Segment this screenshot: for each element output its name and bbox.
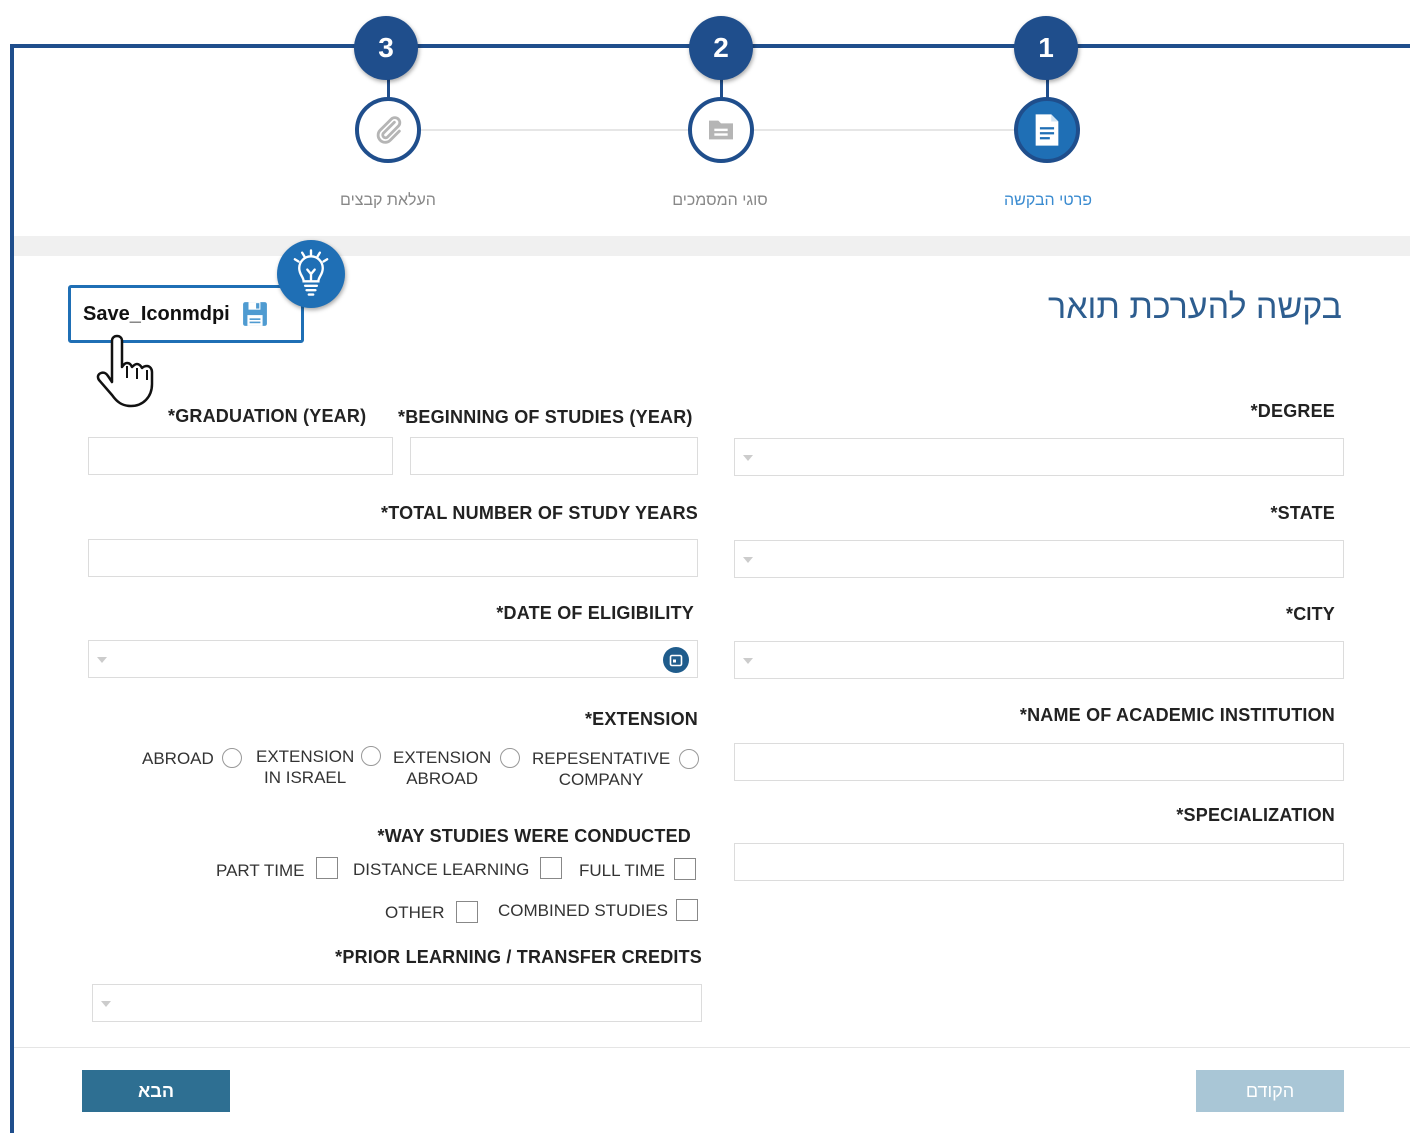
page-title: בקשה להערכת תואר — [1048, 288, 1342, 326]
study-mode-part-time-checkbox[interactable] — [316, 857, 338, 879]
specialization-label: *SPECIALIZATION — [1176, 805, 1335, 825]
study-mode-distance-label: DISTANCE LEARNING — [353, 860, 530, 879]
save-label: Save_Iconmdpi — [83, 302, 230, 325]
hand-pointer-icon — [96, 334, 154, 408]
extension-option-israel-label: EXTENSION IN ISRAEL — [256, 747, 355, 787]
wizard-step-2[interactable] — [688, 97, 754, 163]
wizard-connector-3-2 — [420, 129, 688, 131]
step-badge-1: 1 — [1014, 16, 1078, 80]
extension-option-ext-abroad-label: EXTENSION ABROAD — [393, 748, 492, 788]
prior-learning-label: *PRIOR LEARNING / TRANSFER CREDITS — [335, 947, 702, 967]
state-label: *STATE — [1270, 503, 1335, 523]
wizard-step-2-label[interactable]: סוגי המסמכים — [620, 192, 820, 210]
extension-radio-company[interactable] — [679, 749, 699, 769]
extension-radio-abroad[interactable] — [222, 748, 242, 768]
chevron-down-icon — [743, 455, 753, 461]
chevron-down-icon — [743, 658, 753, 664]
wizard-connector-2-1 — [754, 129, 1014, 131]
study-mode-other-label: OTHER — [385, 903, 445, 922]
document-icon — [1035, 114, 1059, 146]
extension-option-abroad-label: ABROAD — [142, 749, 214, 768]
eligibility-date-label: *DATE OF ELIGIBILITY — [496, 603, 694, 623]
degree-select[interactable] — [734, 438, 1344, 476]
chevron-down-icon — [743, 557, 753, 563]
wizard-step-3-label[interactable]: העלאת קבצים — [288, 192, 488, 210]
beginning-year-input[interactable] — [410, 437, 698, 475]
folder-icon — [709, 120, 733, 140]
annotation-frame-left — [10, 44, 14, 1133]
study-mode-part-time-label: PART TIME — [216, 861, 305, 880]
wizard-step-3[interactable] — [355, 97, 421, 163]
study-mode-combined-label: COMBINED STUDIES — [498, 901, 669, 920]
next-button[interactable]: הבא — [82, 1070, 230, 1112]
eligibility-date-picker[interactable] — [88, 640, 698, 678]
extension-option-company-label: REPESENTATIVE COMPANY — [532, 749, 671, 789]
specialization-input[interactable] — [734, 843, 1344, 881]
lightbulb-icon — [277, 240, 345, 308]
institution-label: *NAME OF ACADEMIC INSTITUTION — [1019, 705, 1335, 725]
city-select[interactable] — [734, 641, 1344, 679]
extension-radio-israel[interactable] — [361, 746, 381, 766]
extension-label: *EXTENSION — [584, 709, 698, 729]
chevron-down-icon — [101, 1001, 111, 1007]
total-years-label: *TOTAL NUMBER OF STUDY YEARS — [381, 503, 698, 523]
state-select[interactable] — [734, 540, 1344, 578]
extension-radio-ext-abroad[interactable] — [500, 748, 520, 768]
step-badge-3: 3 — [354, 16, 418, 80]
wizard-divider — [14, 236, 1410, 256]
paperclip-icon — [376, 116, 402, 144]
chevron-down-icon — [97, 657, 107, 663]
study-mode-full-time-checkbox[interactable] — [674, 858, 696, 880]
beginning-year-label: *BEGINNING OF STUDIES (YEAR) — [398, 407, 693, 427]
institution-input[interactable] — [734, 743, 1344, 781]
study-mode-distance-checkbox[interactable] — [540, 857, 562, 879]
wizard-step-1[interactable] — [1014, 97, 1080, 163]
graduation-year-input[interactable] — [88, 437, 393, 475]
total-years-input[interactable] — [88, 539, 698, 577]
city-label: *CITY — [1285, 604, 1335, 624]
study-mode-combined-checkbox[interactable] — [676, 899, 698, 921]
study-mode-full-time-label: FULL TIME — [579, 861, 665, 880]
prior-learning-select[interactable] — [92, 984, 702, 1022]
study-mode-other-checkbox[interactable] — [456, 901, 478, 923]
degree-label: *DEGREE — [1250, 401, 1335, 421]
graduation-year-label: *GRADUATION (YEAR) — [168, 406, 367, 426]
step-badge-2: 2 — [689, 16, 753, 80]
page: 3 העלאת קבצים 2 סוגי המסמכים 1 פרטי הבקש… — [0, 0, 1410, 1133]
floppy-disk-icon — [242, 302, 267, 326]
footer-divider — [14, 1047, 1410, 1048]
study-mode-label: *WAY STUDIES WERE CONDUCTED — [377, 826, 691, 846]
calendar-icon[interactable] — [663, 647, 689, 673]
wizard-step-1-label[interactable]: פרטי הבקשה — [948, 192, 1148, 210]
previous-button[interactable]: הקודם — [1196, 1070, 1344, 1112]
